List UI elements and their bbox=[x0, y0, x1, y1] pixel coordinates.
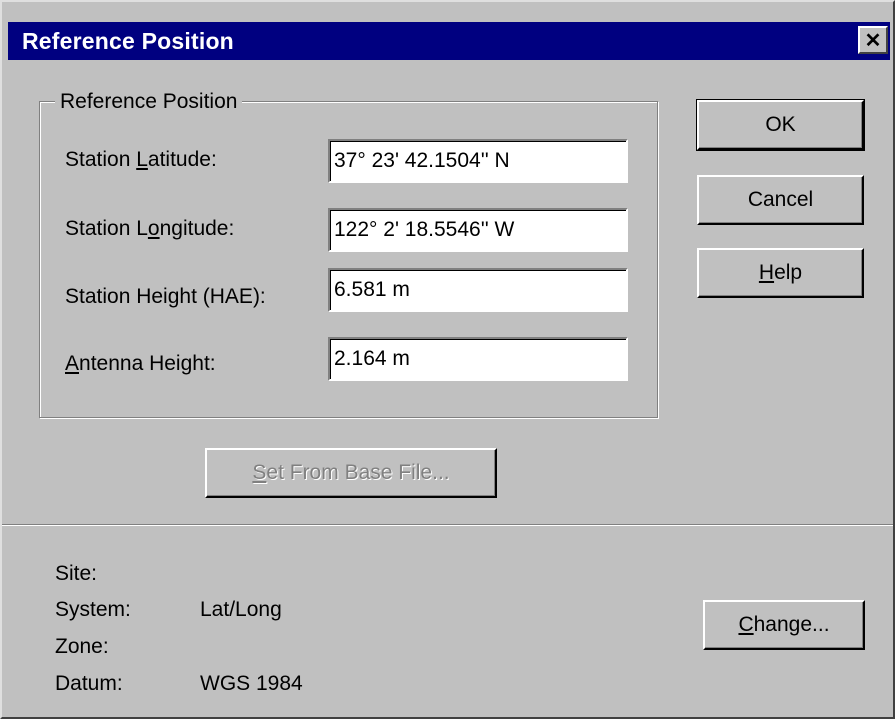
set-from-base-file-label: Set From Base File... bbox=[252, 461, 450, 484]
datum-label: Datum: bbox=[55, 672, 123, 695]
ok-label: OK bbox=[765, 113, 796, 136]
system-label: System: bbox=[55, 598, 131, 621]
dialog-title: Reference Position bbox=[22, 28, 234, 54]
change-label: Change... bbox=[738, 613, 830, 636]
datum-value: WGS 1984 bbox=[200, 672, 303, 695]
help-label: Help bbox=[758, 261, 803, 284]
group-label: Reference Position bbox=[55, 91, 243, 113]
change-button[interactable]: Change... bbox=[703, 600, 865, 650]
zone-label: Zone: bbox=[55, 635, 109, 658]
station-longitude-label: Station Longitude: bbox=[65, 217, 235, 240]
station-latitude-field[interactable]: 37° 23' 42.1504'' N bbox=[328, 139, 628, 183]
help-button[interactable]: Help bbox=[697, 248, 864, 298]
reference-position-dialog: Reference Position ✕ Reference Position … bbox=[0, 0, 895, 719]
cancel-label: Cancel bbox=[747, 188, 814, 211]
station-latitude-label: Station Latitude: bbox=[65, 148, 217, 171]
close-icon: ✕ bbox=[864, 29, 882, 52]
site-label: Site: bbox=[55, 562, 98, 585]
set-from-base-file-button[interactable]: Set From Base File... bbox=[205, 448, 497, 498]
station-longitude-field[interactable]: 122° 2' 18.5546'' W bbox=[328, 208, 628, 252]
title-bar[interactable]: Reference Position ✕ bbox=[8, 22, 890, 60]
separator bbox=[2, 524, 893, 526]
close-button[interactable]: ✕ bbox=[858, 26, 888, 54]
station-height-field[interactable]: 6.581 m bbox=[328, 268, 628, 312]
cancel-button[interactable]: Cancel bbox=[697, 175, 864, 225]
antenna-height-field[interactable]: 2.164 m bbox=[328, 337, 628, 381]
station-height-label: Station Height (HAE): bbox=[65, 285, 266, 308]
ok-button[interactable]: OK bbox=[696, 99, 865, 151]
system-value: Lat/Long bbox=[200, 598, 282, 621]
antenna-height-label: Antenna Height: bbox=[65, 352, 216, 375]
